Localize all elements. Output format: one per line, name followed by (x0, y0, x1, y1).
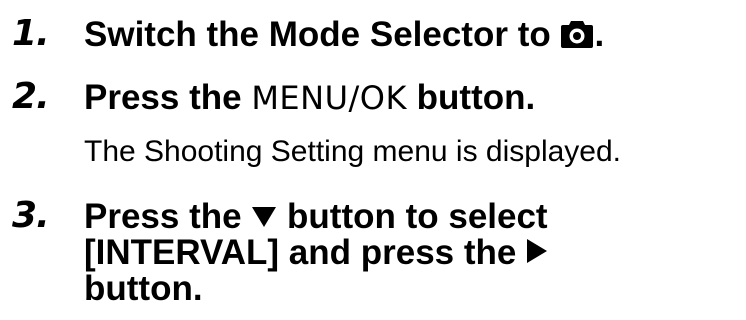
instruction-text-end: button. (406, 78, 536, 117)
step-number: 3. (12, 195, 50, 236)
step-instruction-line-3: button. (84, 269, 203, 308)
step-instruction: Switch the Mode Selector to . (84, 16, 604, 57)
step-instruction: Press the MENU/OK button. (84, 78, 536, 118)
instruction-text: Press the (84, 197, 252, 236)
right-triangle-icon (526, 234, 548, 272)
instruction-text: Press the (84, 78, 252, 117)
instruction-text-cont: button to select (277, 197, 548, 236)
step-number: 2. (12, 76, 50, 117)
instruction-text: Switch the Mode Selector to (84, 15, 561, 54)
instruction-text-end: . (594, 15, 605, 54)
step-description: The Shooting Setting menu is displayed. (84, 135, 621, 168)
menu-ok-button-label: MENU/OK (251, 79, 407, 117)
step-number: 1. (12, 13, 50, 54)
step-instruction-line-1: Press the button to select (84, 198, 548, 236)
instruction-text: [INTERVAL] and press the (84, 233, 527, 272)
camera-icon (560, 19, 594, 57)
down-triangle-icon (251, 198, 277, 236)
step-instruction-line-2: [INTERVAL] and press the (84, 234, 548, 272)
